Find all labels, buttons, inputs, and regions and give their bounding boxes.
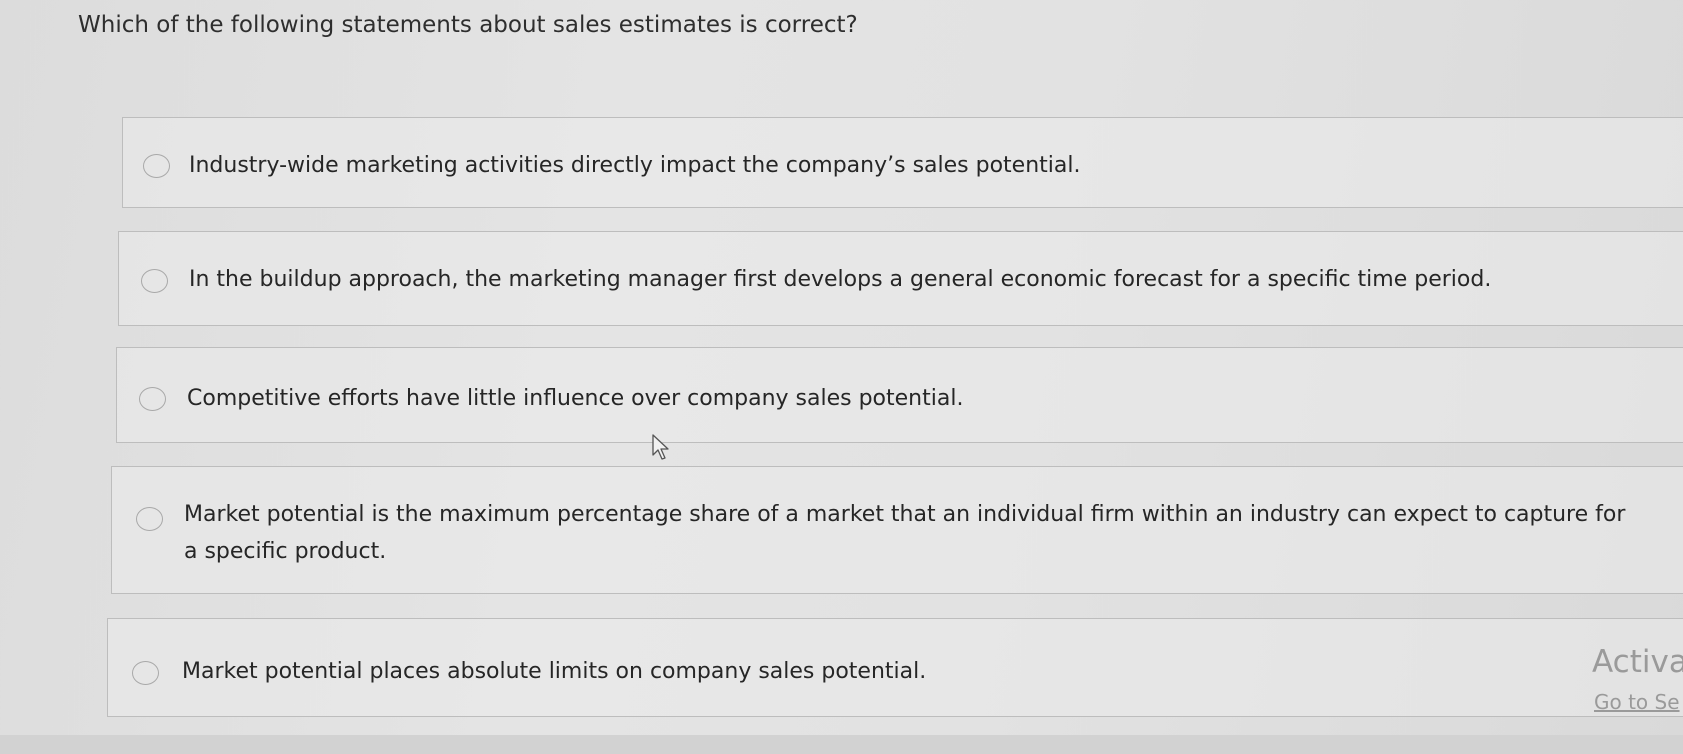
radio-button[interactable] <box>132 661 159 685</box>
radio-button[interactable] <box>136 507 163 531</box>
option-label: In the buildup approach, the marketing m… <box>189 267 1492 292</box>
activation-watermark-link[interactable]: Go to Se <box>1594 690 1683 714</box>
bottom-edge-shade <box>0 735 1683 754</box>
radio-button[interactable] <box>139 387 166 411</box>
mouse-cursor-icon <box>652 434 669 460</box>
radio-button[interactable] <box>141 269 168 293</box>
radio-button[interactable] <box>143 154 170 178</box>
option-label: Market potential places absolute limits … <box>182 659 927 684</box>
option-label: Competitive efforts have little influenc… <box>187 386 964 411</box>
answer-option-3[interactable]: Competitive efforts have little influenc… <box>116 347 1683 443</box>
answer-option-5[interactable]: Market potential places absolute limits … <box>107 618 1683 717</box>
answer-option-2[interactable]: In the buildup approach, the marketing m… <box>118 231 1683 326</box>
option-label: Market potential is the maximum percenta… <box>184 502 1626 564</box>
option-label: Industry-wide marketing activities direc… <box>189 153 1081 178</box>
question-text: Which of the following statements about … <box>78 12 858 38</box>
activation-watermark-title: Activat <box>1592 644 1683 680</box>
answer-option-4[interactable]: Market potential is the maximum percenta… <box>111 466 1683 594</box>
answer-option-1[interactable]: Industry-wide marketing activities direc… <box>122 117 1683 208</box>
